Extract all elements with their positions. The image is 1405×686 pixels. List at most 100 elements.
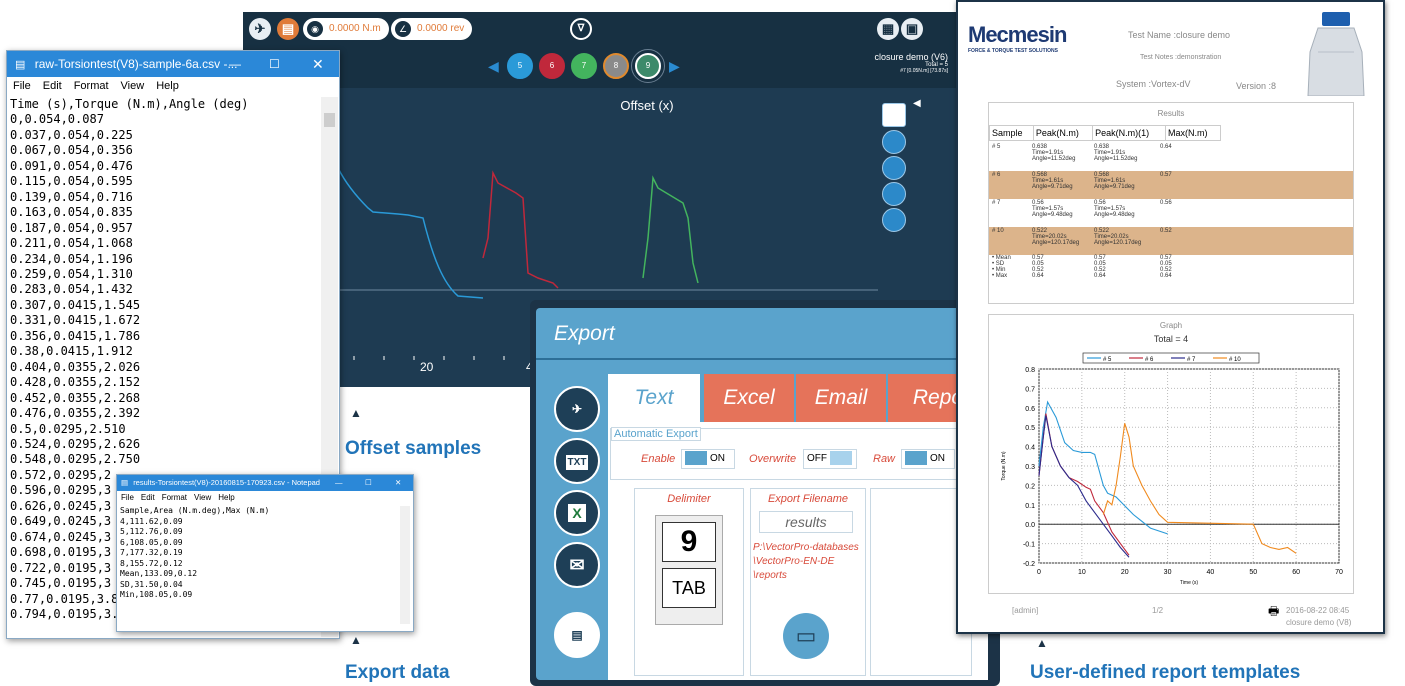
tab-delimiter-button[interactable]: TAB xyxy=(662,568,716,608)
tab-email[interactable]: Email xyxy=(796,374,886,422)
y-tick-label: -0.1 xyxy=(1023,542,1035,549)
result-row: # 6 0.568 Time=1.61s Angle=9.71deg 0.568 Time… xyxy=(989,171,1353,199)
menu-view[interactable]: View xyxy=(121,80,145,92)
cell-text: # 5 xyxy=(992,144,1001,150)
email-export-button[interactable]: ✉ xyxy=(554,542,600,588)
close-icon[interactable]: ✕ xyxy=(312,51,324,77)
clipboard-icon[interactable]: ▤ xyxy=(277,18,299,40)
dialog-title: Export xyxy=(554,322,615,345)
caption-pointer-icon: ▲ xyxy=(350,633,362,647)
sample-chip[interactable]: 7 xyxy=(571,53,597,79)
tab-excel[interactable]: Excel xyxy=(704,374,794,422)
footer-user: [admin] xyxy=(1012,606,1039,615)
column-header: Sample xyxy=(989,125,1034,141)
refresh-icon[interactable] xyxy=(882,208,906,232)
text-line: 4,111.62,0.09 xyxy=(120,516,183,526)
printer-icon[interactable]: 🖶 xyxy=(1268,602,1279,623)
cell-text: Angle=9.71deg xyxy=(1094,184,1135,190)
excel-export-button[interactable]: X xyxy=(554,490,600,536)
cell-text: Angle=11.52deg xyxy=(1032,156,1076,162)
text-line: 0.139,0.054,0.716 xyxy=(10,189,133,204)
bottle-image xyxy=(1307,12,1365,96)
x-tick-label: 20 xyxy=(1121,569,1129,576)
sample-chip[interactable]: 5 xyxy=(507,53,533,79)
filename-input[interactable]: results xyxy=(759,511,853,533)
text-line: 0.234,0.054,1.196 xyxy=(10,251,133,266)
menu-view[interactable]: View xyxy=(194,493,211,502)
menu-edit[interactable]: Edit xyxy=(43,80,62,92)
calculator-icon[interactable] xyxy=(882,156,906,180)
txt-export-button[interactable]: TXT xyxy=(554,438,600,484)
stats-row: • Max 0.64 0.64 0.64 xyxy=(989,273,1353,279)
export-dialog: Export ✈ TXT X ✉ ▤ Text Excel Email Repo… xyxy=(530,300,1000,686)
prev-arrow-icon[interactable]: ◀ xyxy=(488,58,499,75)
caption-report: User-defined report templates xyxy=(1030,662,1301,683)
text-export-panel: Automatic Export Enable ON Overwrite OFF… xyxy=(608,422,990,680)
folder-icon[interactable]: ▭ xyxy=(783,613,829,659)
sample-chip[interactable]: 6 xyxy=(539,53,565,79)
results-rows: # 5 0.638 Time=1.91s Angle=11.52deg 0.638 Tim… xyxy=(989,143,1353,279)
minimize-icon[interactable]: — xyxy=(229,51,241,77)
comma-delimiter-button[interactable]: 9 xyxy=(662,522,716,562)
notepad-titlebar: ▤ raw-Torsiontest(V8)-sample-6a.csv -...… xyxy=(7,51,339,77)
text-line: 0.307,0.0415,1.545 xyxy=(10,297,141,312)
cell-text: Angle=9.48deg xyxy=(1094,212,1135,218)
sample-chip[interactable]: 9 xyxy=(631,49,665,83)
angle-readout: ∠ 0.0000 rev xyxy=(391,18,473,40)
curve-icon[interactable] xyxy=(882,182,906,206)
sample-chip[interactable]: 8 xyxy=(603,53,629,79)
export-icon[interactable]: ▣ xyxy=(901,18,923,40)
enable-toggle[interactable]: ON xyxy=(681,449,735,469)
peak-icon[interactable] xyxy=(882,130,906,154)
minimize-icon[interactable]: — xyxy=(335,475,343,491)
menu-file[interactable]: File xyxy=(13,80,31,92)
menu-bar: File Edit Format View Help xyxy=(117,492,413,504)
chart-settings-icon[interactable] xyxy=(882,103,906,127)
text-line: Min,108.05,0.09 xyxy=(120,590,193,599)
text-line: 0.163,0.054,0.835 xyxy=(10,205,133,220)
vertical-scrollbar[interactable] xyxy=(400,506,410,624)
torque-chart: 0.8 0.7 0.6 0.5 0.4 0.3 0.2 0.1 0.0 -0.1 -0.20 10 20… xyxy=(1001,352,1343,586)
shield-icon[interactable]: ∇ xyxy=(570,18,592,40)
text-line: 0.115,0.054,0.595 xyxy=(10,174,133,189)
menu-format[interactable]: Format xyxy=(162,493,187,502)
maximize-icon[interactable]: ☐ xyxy=(365,475,372,491)
overwrite-toggle[interactable]: OFF xyxy=(803,449,857,469)
filename-group: Export Filename results P:\VectorPro-dat… xyxy=(750,488,866,676)
stat-cell: 0.64 xyxy=(1032,273,1044,279)
y-tick-label: 0.6 xyxy=(1025,406,1035,413)
text-line: 0.428,0.0355,2.152 xyxy=(10,375,141,390)
menu-file[interactable]: File xyxy=(121,493,134,502)
menu-format[interactable]: Format xyxy=(74,80,109,92)
y-tick-label: 0.1 xyxy=(1025,503,1035,510)
x-tick-label: 0 xyxy=(1037,569,1041,576)
collapse-icon[interactable]: ◀ xyxy=(913,98,921,109)
menu-help[interactable]: Help xyxy=(156,80,179,92)
torque-value: 0.0000 N.m xyxy=(329,23,381,34)
text-area[interactable]: Sample,Area (N.m.deg),Max (N.m) 4,111.62,… xyxy=(120,506,395,624)
y-tick-label: 0.4 xyxy=(1025,445,1035,452)
notepad-icon: ▤ xyxy=(15,59,26,71)
text-line: 0.283,0.054,1.432 xyxy=(10,282,133,297)
text-line: 0.187,0.054,0.957 xyxy=(10,220,133,235)
report-icon[interactable]: ▦ xyxy=(877,18,899,40)
x-tick-label: 20 xyxy=(420,360,434,374)
series-line xyxy=(1102,423,1297,554)
export-panel: Export ✈ TXT X ✉ ▤ Text Excel Email Repo… xyxy=(536,308,990,680)
cell-text: Angle=120.17deg xyxy=(1094,240,1142,246)
export-path: P:\VectorPro-databases \VectorPro-EN-DE … xyxy=(753,542,859,581)
text-line: 0.452,0.0355,2.268 xyxy=(10,390,141,405)
next-arrow-icon[interactable]: ▶ xyxy=(669,58,680,75)
raw-toggle[interactable]: ON xyxy=(901,449,955,469)
system-label: System :Vortex-dV xyxy=(1116,79,1191,89)
logo: Mecmesin xyxy=(968,22,1067,47)
test-icon[interactable]: ✈ xyxy=(249,18,271,40)
y-axis-label: Torque (N.m) xyxy=(1001,451,1007,481)
test-icon[interactable]: ✈ xyxy=(554,386,600,432)
menu-edit[interactable]: Edit xyxy=(141,493,155,502)
tab-text[interactable]: Text xyxy=(608,374,700,422)
close-icon[interactable]: ✕ xyxy=(395,475,401,491)
menu-help[interactable]: Help xyxy=(218,493,234,502)
report-export-button[interactable]: ▤ xyxy=(554,612,600,658)
maximize-icon[interactable]: ☐ xyxy=(269,51,280,77)
